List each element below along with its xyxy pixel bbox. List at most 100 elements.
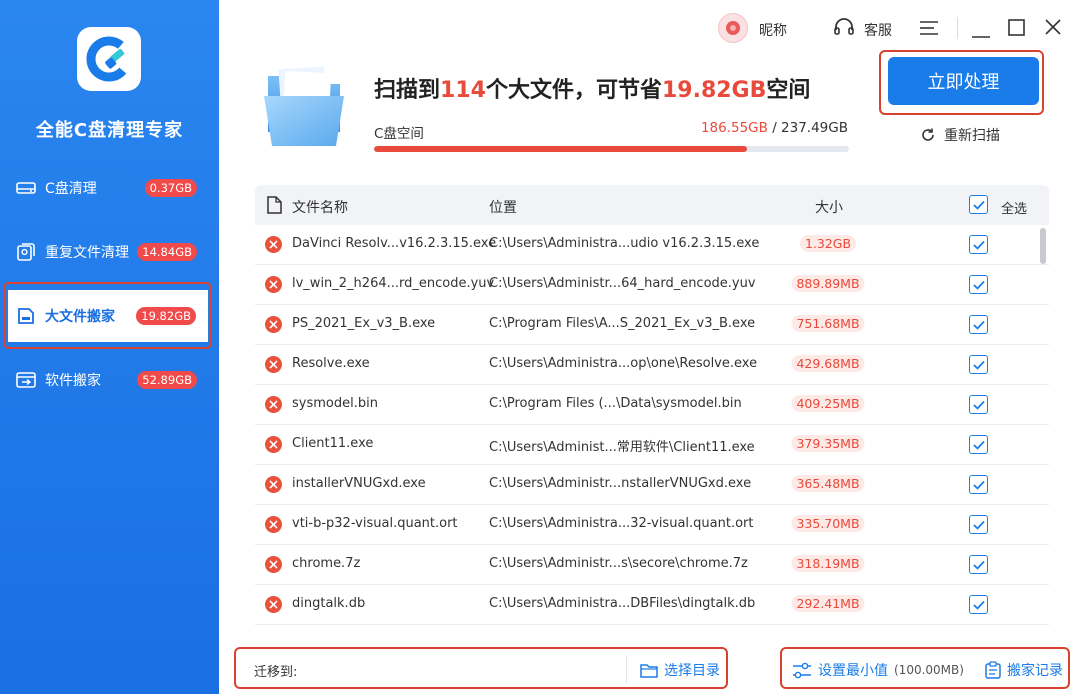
close-icon[interactable]: [1045, 19, 1061, 39]
headset-icon[interactable]: [833, 18, 855, 42]
file-location: C:\Users\Administra...op\one\Resolve.exe: [489, 356, 758, 371]
file-name: vti-b-p32-visual.quant.ort: [292, 516, 458, 531]
file-location: C:\Users\Administra...32-visual.quant.or…: [489, 516, 754, 531]
row-checkbox[interactable]: [969, 555, 988, 574]
row-checkbox[interactable]: [969, 235, 988, 254]
delete-icon[interactable]: [265, 236, 282, 253]
delete-icon[interactable]: [265, 516, 282, 533]
delete-icon[interactable]: [265, 556, 282, 573]
file-location: C:\Program Files (...\Data\sysmodel.bin: [489, 396, 742, 411]
file-location: C:\Users\Administr...s\secore\chrome.7z: [489, 556, 748, 571]
delete-icon[interactable]: [265, 356, 282, 373]
select-directory-label: 选择目录: [664, 663, 720, 679]
row-checkbox[interactable]: [969, 275, 988, 294]
table-row[interactable]: PS_2021_Ex_v3_B.exe C:\Program Files\A...…: [255, 305, 1049, 345]
delete-icon[interactable]: [265, 476, 282, 493]
delete-icon[interactable]: [265, 596, 282, 613]
file-size: 889.89MB: [791, 275, 865, 292]
rescan-label: 重新扫描: [944, 128, 1000, 144]
table-row[interactable]: vti-b-p32-visual.quant.ort C:\Users\Admin…: [255, 505, 1049, 545]
summary-middle: 个大文件，可节省: [485, 78, 662, 103]
table-row[interactable]: chrome.7z C:\Users\Administr...s\secore\c…: [255, 545, 1049, 585]
maximize-icon[interactable]: [1008, 19, 1025, 40]
row-checkbox[interactable]: [969, 435, 988, 454]
disk-usage-text: 186.55GB / 237.49GB: [701, 120, 848, 136]
size-badge: 52.89GB: [137, 371, 197, 389]
file-count: 114: [440, 78, 486, 103]
summary-prefix: 扫描到: [374, 78, 441, 103]
file-size: 365.48MB: [791, 475, 865, 492]
scan-summary-title: 扫描到114个大文件，可节省19.82GB空间: [374, 72, 810, 104]
slider-settings-icon: [793, 662, 811, 678]
avatar[interactable]: [718, 13, 748, 43]
file-name: Client11.exe: [292, 436, 374, 451]
sidebar-item-label: C盘清理: [45, 181, 97, 197]
column-location[interactable]: 位置: [489, 197, 517, 217]
file-name: Resolve.exe: [292, 356, 370, 371]
file-name: PS_2021_Ex_v3_B.exe: [292, 316, 436, 331]
delete-icon[interactable]: [265, 396, 282, 413]
row-checkbox[interactable]: [969, 395, 988, 414]
delete-icon[interactable]: [265, 276, 282, 293]
process-now-button[interactable]: 立即处理: [888, 57, 1039, 105]
row-checkbox[interactable]: [969, 355, 988, 374]
file-name: installerVNUGxd.exe: [292, 476, 426, 491]
set-minimum-button[interactable]: 设置最小值 (100.00MB): [792, 660, 964, 680]
table-scrollbar[interactable]: [1040, 228, 1046, 264]
sidebar-item-duplicate-clean[interactable]: 重复文件清理 14.84GB: [0, 226, 219, 278]
table-row[interactable]: installerVNUGxd.exe C:\Users\Administr...…: [255, 465, 1049, 505]
app-logo: [77, 27, 141, 91]
sidebar-item-label: 重复文件清理: [45, 245, 129, 261]
file-location: C:\Users\Administra...udio v16.2.3.15.ex…: [489, 236, 760, 251]
disk-progress-fill: [374, 146, 748, 152]
file-location: C:\Users\Administr...nstallerVNUGxd.exe: [489, 476, 752, 491]
rescan-button[interactable]: 重新扫描: [920, 125, 1000, 145]
nickname[interactable]: 昵称: [759, 20, 787, 40]
table-row[interactable]: DaVinci Resolv...v16.2.3.15.exe C:\Users\…: [255, 225, 1049, 265]
file-size: 429.68MB: [791, 355, 865, 372]
saving-size: 19.82GB: [661, 78, 767, 103]
set-minimum-label: 设置最小值: [818, 663, 888, 679]
sidebar: 全能C盘清理专家 C盘清理 0.37GB 重复文件清理 14.84GB 大文件搬…: [0, 0, 219, 694]
disk-progress-bar: [374, 146, 849, 152]
summary-suffix: 空间: [766, 78, 811, 103]
table-row[interactable]: sysmodel.bin C:\Program Files (...\Data\s…: [255, 385, 1049, 425]
customer-service-link[interactable]: 客服: [864, 20, 892, 40]
column-size[interactable]: 大小: [815, 197, 843, 217]
file-name: dingtalk.db: [292, 596, 366, 611]
table-row[interactable]: lv_win_2_h264...rd_encode.yuv C:\Users\Ad…: [255, 265, 1049, 305]
file-location: C:\Users\Administr...64_hard_encode.yuv: [489, 276, 756, 291]
file-name: DaVinci Resolv...v16.2.3.15.exe: [292, 236, 497, 251]
table-row[interactable]: Resolve.exe C:\Users\Administra...op\one\…: [255, 345, 1049, 385]
file-size: 1.32GB: [799, 235, 857, 252]
delete-icon[interactable]: [265, 436, 282, 453]
row-checkbox[interactable]: [969, 515, 988, 534]
delete-icon[interactable]: [265, 316, 282, 333]
row-checkbox[interactable]: [969, 475, 988, 494]
divider: [957, 17, 958, 39]
sidebar-item-software-move[interactable]: 软件搬家 52.89GB: [0, 354, 219, 406]
select-all-checkbox[interactable]: [969, 195, 988, 214]
minimum-value: (100.00MB): [894, 663, 964, 677]
disk-label: C盘空间: [374, 126, 424, 142]
file-location: C:\Program Files\A...S_2021_Ex_v3_B.exe: [489, 316, 756, 331]
move-to-input[interactable]: [307, 655, 627, 683]
row-checkbox[interactable]: [969, 595, 988, 614]
table-row[interactable]: Client11.exe C:\Users\Administ...常用软件\Cli…: [255, 425, 1049, 465]
menu-icon[interactable]: [920, 20, 938, 40]
table-row[interactable]: dingtalk.db C:\Users\Administra...DBFiles…: [255, 585, 1049, 625]
select-all-label: 全选: [1001, 202, 1028, 217]
row-checkbox[interactable]: [969, 315, 988, 334]
sidebar-item-c-clean[interactable]: C盘清理 0.37GB: [0, 162, 219, 214]
refresh-icon: [922, 128, 934, 141]
minimize-icon[interactable]: [972, 27, 990, 42]
size-badge: 14.84GB: [137, 243, 197, 261]
select-directory-button[interactable]: 选择目录: [640, 660, 720, 680]
column-name[interactable]: 文件名称: [292, 197, 348, 217]
move-history-button[interactable]: 搬家记录: [985, 660, 1063, 680]
clipboard-icon: [985, 661, 1001, 679]
file-size: 751.68MB: [791, 315, 865, 332]
file-name: sysmodel.bin: [292, 396, 378, 411]
file-name: lv_win_2_h264...rd_encode.yuv: [292, 276, 495, 291]
sidebar-item-label: 软件搬家: [45, 373, 101, 389]
